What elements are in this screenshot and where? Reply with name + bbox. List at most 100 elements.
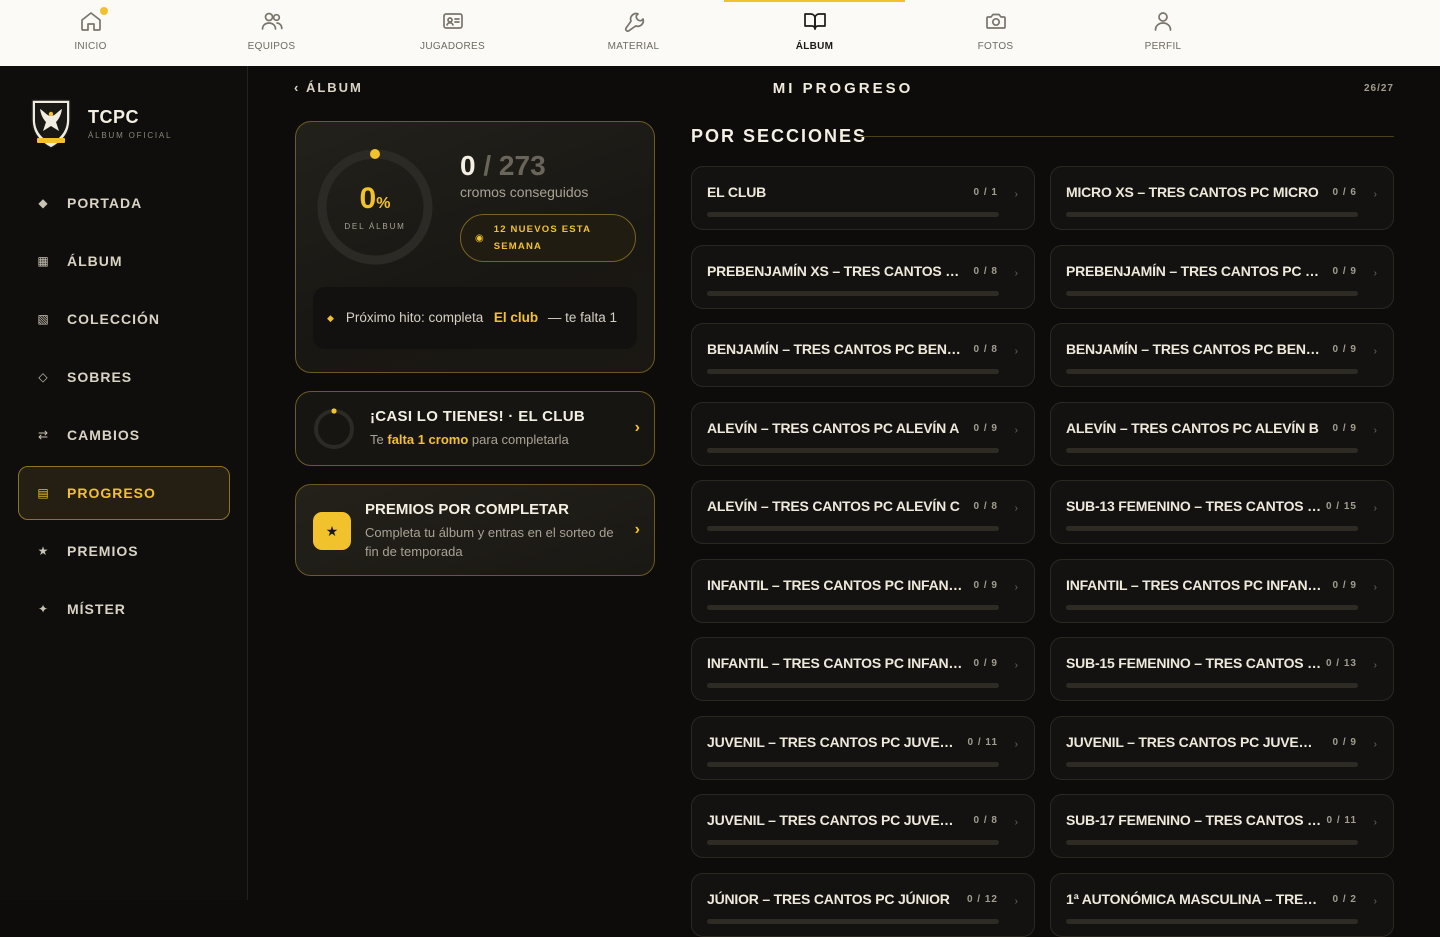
chevron-right-icon: ›	[1373, 424, 1377, 436]
sidebar-item-label: SOBRES	[67, 369, 133, 385]
section-card[interactable]: SUB-15 FEMENINO – TRES CANTOS PC FEMENIN…	[1050, 637, 1394, 701]
section-card[interactable]: ALEVÍN – TRES CANTOS PC ALEVÍN C 0 / 8 ›	[691, 480, 1035, 544]
section-card[interactable]: PREBENJAMÍN – TRES CANTOS PC PREBENJAMÍN…	[1050, 244, 1394, 309]
chevron-right-icon: ›	[1373, 189, 1377, 200]
section-card[interactable]: JUVENIL – TRES CANTOS PC JUVENIL A 0 / 11…	[691, 715, 1035, 780]
prizes-card[interactable]: ★ PREMIOS POR COMPLETAR Completa tu álbu…	[295, 484, 655, 576]
section-card[interactable]: JÚNIOR – TRES CANTOS PC JÚNIOR 0 / 12 ›	[691, 872, 1035, 937]
section-name: JUVENIL – TRES CANTOS PC JUVENIL C	[707, 812, 963, 828]
section-card[interactable]: SUB-17 FEMENINO – TRES CANTOS PC FEMENIN…	[1050, 794, 1394, 858]
section-progress-bar	[707, 212, 999, 217]
section-card[interactable]: INFANTIL – TRES CANTOS PC INFANTIL C 0 / …	[691, 637, 1035, 701]
club-crest-logo	[31, 99, 71, 149]
section-card[interactable]: MICRO XS – TRES CANTOS PC MICRO 0 / 6 ›	[1050, 166, 1394, 230]
section-count: 0 / 11	[967, 736, 998, 748]
section-card[interactable]: BENJAMÍN – TRES CANTOS PC BENJAMÍN A 0 / …	[691, 323, 1035, 387]
section-name: BENJAMÍN – TRES CANTOS PC BENJAMÍN B	[1066, 341, 1322, 357]
page-title: MI PROGRESO	[772, 80, 914, 97]
nav-album[interactable]: ÁLBUM	[724, 0, 905, 66]
nav-inicio[interactable]: INICIO	[0, 0, 181, 66]
sidebar-item-label: COLECCIÓN	[67, 311, 160, 327]
section-name: SUB-17 FEMENINO – TRES CANTOS PC FEMENIN…	[1066, 812, 1322, 828]
diamond-icon: ◆	[327, 312, 334, 323]
section-name: PREBENJAMÍN XS – TRES CANTOS PC PREBENJA…	[707, 262, 963, 279]
progress-summary-card: 0% DEL ÁLBUM 0 / 273 cromos conseguidos …	[295, 121, 655, 373]
sidebar-item-cambios[interactable]: ⇄ CAMBIOS	[18, 408, 230, 462]
page-counter: 26/27	[1363, 83, 1394, 94]
section-card[interactable]: INFANTIL – TRES CANTOS PC INFANTIL B 0 / …	[1050, 558, 1394, 623]
brand[interactable]: TCPC ÁLBUM OFICIAL	[28, 96, 172, 150]
milestone-prefix: Próximo hito: completa	[345, 310, 484, 325]
sidebar-item-mister[interactable]: ✦ MÍSTER	[18, 582, 230, 636]
section-name: INFANTIL – TRES CANTOS PC INFANTIL C	[707, 655, 963, 671]
home-icon	[80, 12, 101, 31]
sidebar-item-premios[interactable]: ★ PREMIOS	[18, 524, 230, 578]
chevron-right-icon: ›	[1014, 817, 1018, 828]
nav-material[interactable]: MATERIAL	[543, 0, 724, 66]
section-progress-bar	[707, 447, 999, 453]
chevron-right-icon: ›	[1373, 817, 1377, 828]
section-card[interactable]: INFANTIL – TRES CANTOS PC INFANTIL A 0 / …	[691, 558, 1035, 623]
nav-fotos[interactable]: FOTOS	[905, 0, 1086, 66]
section-card[interactable]: JUVENIL – TRES CANTOS PC JUVENIL B 0 / 9 ›	[1050, 715, 1394, 780]
chevron-right-icon: ›	[1014, 738, 1018, 750]
milestone-name: El club	[493, 310, 539, 325]
sidebar-item-sobres[interactable]: ◇ SOBRES	[18, 350, 230, 404]
sidebar: TCPC ÁLBUM OFICIAL ◆ PORTADA ▦ ÁLBUM ▧ C…	[0, 66, 248, 900]
section-card[interactable]: ALEVÍN – TRES CANTOS PC ALEVÍN A 0 / 9 ›	[691, 401, 1035, 466]
id-card-icon	[442, 13, 463, 29]
section-card[interactable]: JUVENIL – TRES CANTOS PC JUVENIL C 0 / 8 ›	[691, 794, 1035, 858]
sidebar-item-label: ÁLBUM	[67, 253, 123, 269]
section-count: 0 / 8	[973, 344, 998, 355]
section-progress-bar	[1066, 683, 1358, 688]
section-count: 0 / 8	[973, 265, 998, 277]
weekly-new-label: 12 NUEVOS ESTA SEMANA	[493, 224, 591, 252]
wrench-icon	[624, 12, 644, 32]
weekly-new-badge[interactable]: ◉ 12 NUEVOS ESTA SEMANA	[460, 214, 636, 262]
chevron-right-icon: ›	[1373, 738, 1377, 750]
section-progress-bar	[1066, 526, 1358, 531]
section-card[interactable]: 1ª AUTONÓMICA MASCULINA – TRES CANTOS PC…	[1050, 872, 1394, 937]
chevron-right-icon: ›	[1373, 503, 1377, 514]
diamond-outline-icon: ◇	[38, 370, 48, 384]
back-button[interactable]: ‹ ÁLBUM	[294, 80, 363, 95]
section-progress-bar	[707, 369, 999, 374]
section-name: 1ª AUTONÓMICA MASCULINA – TRES CANTOS PC	[1066, 890, 1322, 907]
sidebar-item-portada[interactable]: ◆ PORTADA	[18, 176, 230, 230]
section-name: JUVENIL – TRES CANTOS PC JUVENIL A	[707, 733, 963, 750]
almost-complete-card[interactable]: ¡CASI LO TIENES! · EL CLUB Te falta 1 cr…	[295, 391, 655, 466]
cards-collected-label: cromos conseguidos	[460, 184, 589, 200]
section-count: 0 / 9	[1332, 422, 1357, 434]
nav-jugadores[interactable]: JUGADORES	[362, 0, 543, 66]
section-card[interactable]: SUB-13 FEMENINO – TRES CANTOS PC FEMENIN…	[1050, 480, 1394, 544]
chevron-left-icon: ‹	[294, 80, 306, 95]
sections-heading: POR SECCIONES	[691, 126, 868, 146]
brand-subtitle: ÁLBUM OFICIAL	[88, 130, 173, 140]
sidebar-item-label: PREMIOS	[67, 543, 139, 559]
top-navigation: INICIO EQUIPOS JUGADORES MATERIAL ÁLBUM …	[0, 0, 1440, 66]
section-count: 0 / 9	[1332, 265, 1357, 277]
mini-progress-ring	[314, 408, 354, 449]
sidebar-item-album[interactable]: ▦ ÁLBUM	[18, 234, 230, 288]
sidebar-item-coleccion[interactable]: ▧ COLECCIÓN	[18, 292, 230, 346]
book-open-icon	[803, 13, 826, 30]
milestone-suffix: — te falta 1	[547, 310, 617, 325]
progress-ring: 0% DEL ÁLBUM	[314, 146, 436, 268]
section-card[interactable]: BENJAMÍN – TRES CANTOS PC BENJAMÍN B 0 / …	[1050, 323, 1394, 387]
next-milestone: ◆ Próximo hito: completa El club — te fa…	[313, 287, 637, 349]
section-name: INFANTIL – TRES CANTOS PC INFANTIL A	[707, 576, 963, 593]
section-progress-bar	[1066, 290, 1358, 296]
section-card[interactable]: PREBENJAMÍN XS – TRES CANTOS PC PREBENJA…	[691, 244, 1035, 309]
prizes-title: PREMIOS POR COMPLETAR	[365, 501, 569, 518]
sidebar-item-label: PORTADA	[67, 195, 143, 211]
section-progress-bar	[1066, 369, 1358, 374]
section-progress-bar	[1066, 918, 1358, 924]
nav-perfil[interactable]: PERFIL	[1086, 0, 1240, 66]
users-icon	[261, 12, 283, 30]
section-card[interactable]: ALEVÍN – TRES CANTOS PC ALEVÍN B 0 / 9 ›	[1050, 401, 1394, 466]
chevron-right-icon: ›	[1373, 346, 1377, 357]
nav-equipos[interactable]: EQUIPOS	[181, 0, 362, 66]
grid-icon: ▦	[37, 254, 49, 268]
section-card[interactable]: EL CLUB 0 / 1 ›	[691, 166, 1035, 230]
sidebar-item-progreso[interactable]: ▤ PROGRESO	[18, 466, 230, 520]
